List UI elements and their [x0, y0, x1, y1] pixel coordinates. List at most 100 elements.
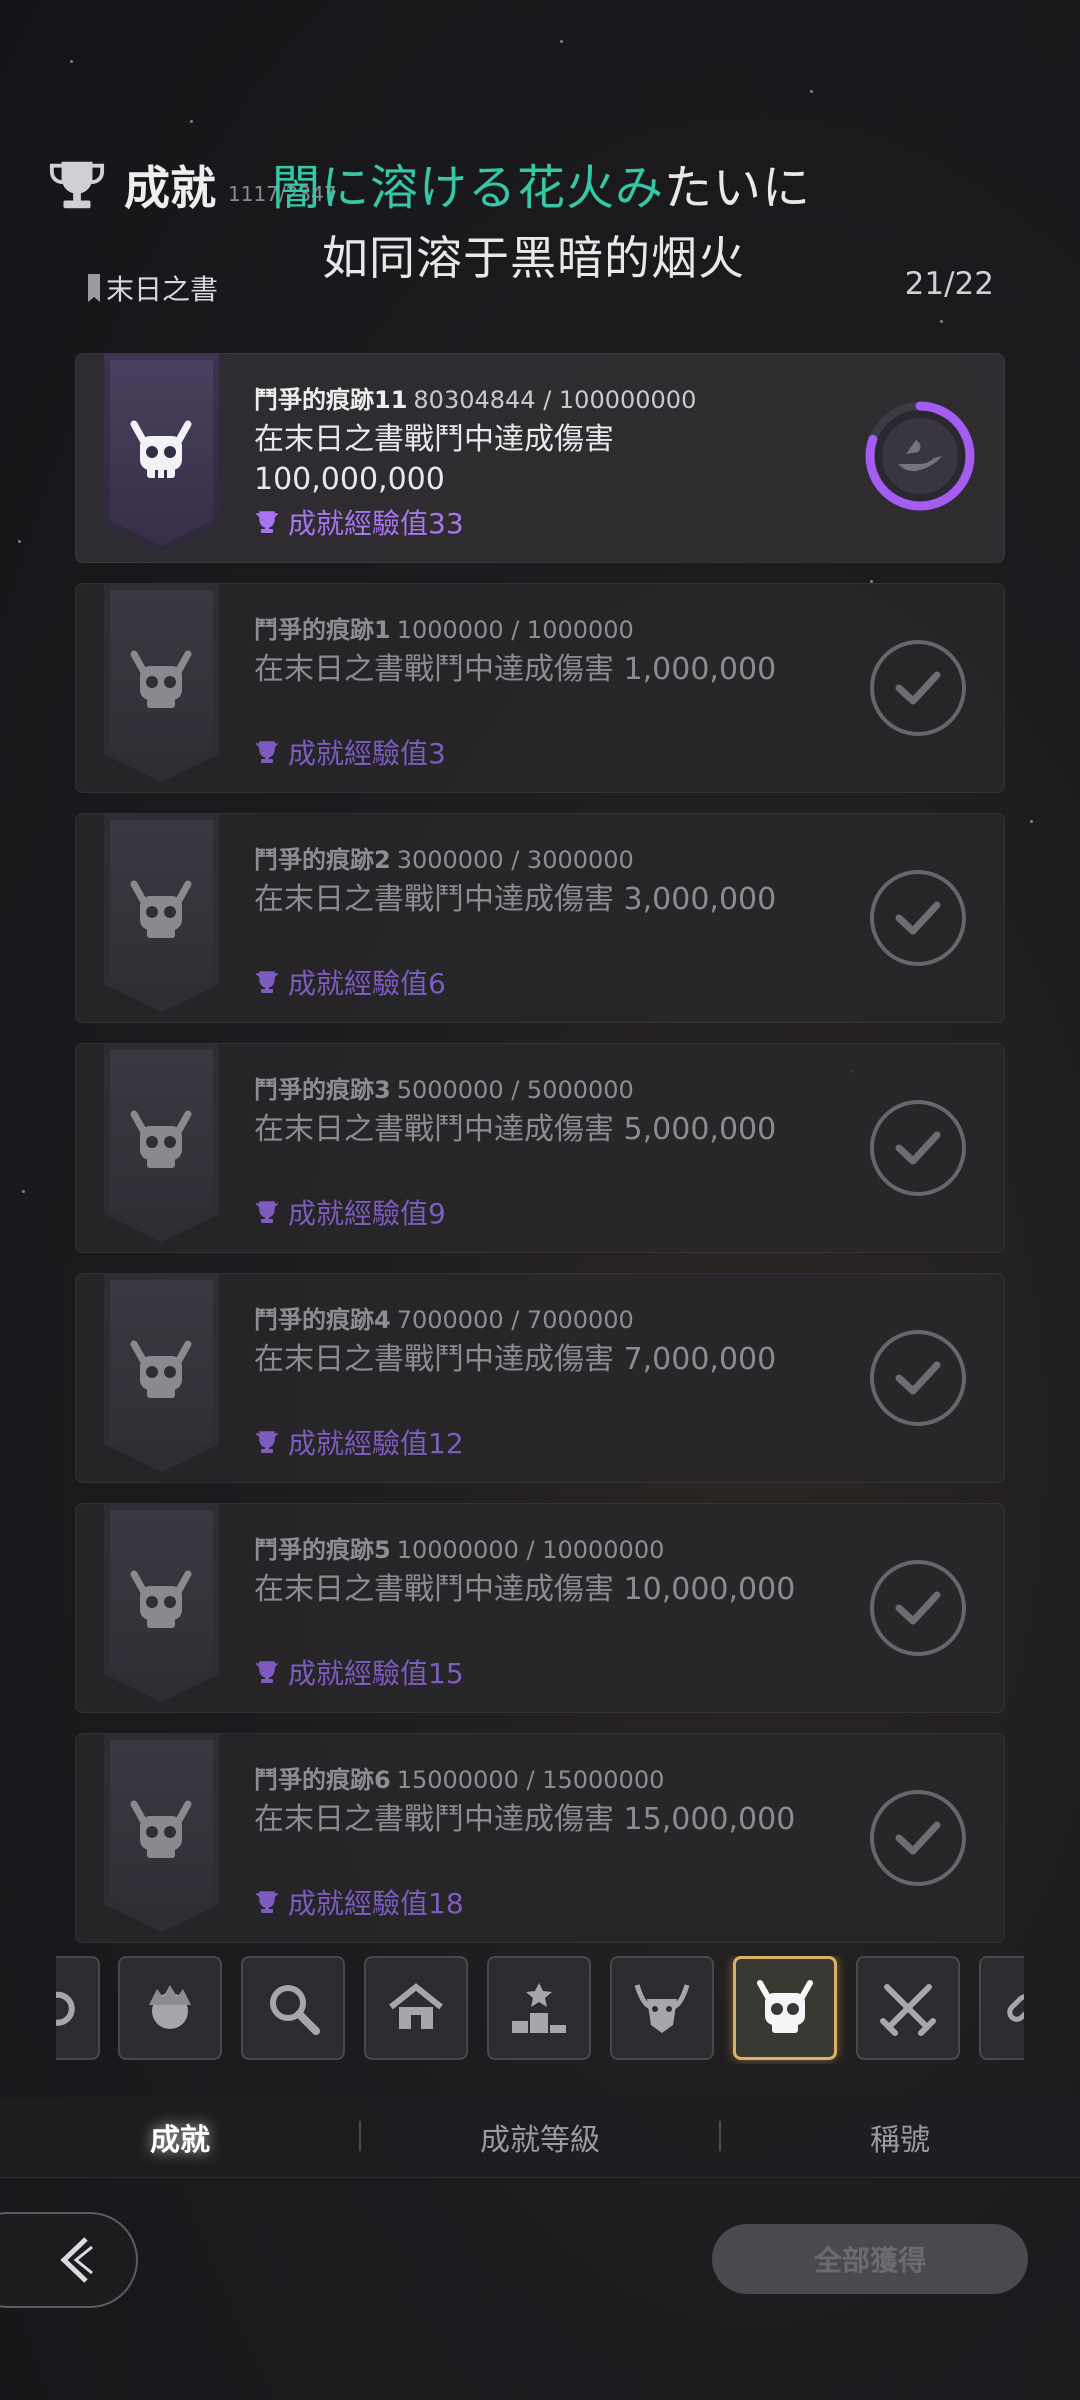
book-label: 末日之書	[106, 273, 219, 306]
category-face[interactable]	[118, 1956, 222, 2060]
completed-check	[870, 1790, 966, 1886]
lyric-highlight: 闇に溶ける花火み	[272, 160, 665, 216]
category-search[interactable]	[241, 1956, 345, 2060]
trophy-small-icon	[256, 1431, 278, 1453]
tab-achievements[interactable]: 成就	[0, 2097, 360, 2177]
achievement-reward: 成就經驗值12	[254, 1422, 464, 1462]
achievement-value: 5000000 / 5000000	[396, 1076, 634, 1104]
completed-check	[870, 640, 966, 736]
achievement-title-line: 鬥爭的痕跡11 80304844 / 100000000	[254, 380, 696, 415]
achievement-desc: 在末日之書戰鬥中達成傷害 3,000,000	[254, 882, 777, 917]
checkmark-icon	[895, 1821, 941, 1855]
tab-achievement-level[interactable]: 成就等級	[360, 2097, 720, 2177]
swirl-icon	[56, 1991, 75, 2026]
achievement-name: 鬥爭的痕跡4	[254, 1306, 391, 1334]
category-doomsday-book[interactable]	[733, 1956, 837, 2060]
horned-skull-icon	[130, 880, 192, 938]
achievement-value: 1000000 / 1000000	[396, 616, 634, 644]
reward-label: 成就經驗值33	[288, 507, 464, 540]
achievement-name: 鬥爭的痕跡5	[254, 1536, 391, 1564]
category-swirl[interactable]	[56, 1956, 100, 2060]
trophy-small-icon	[256, 971, 278, 993]
page-title: 成就	[124, 161, 216, 215]
achievement-title-line: 鬥爭的痕跡5 10000000 / 10000000	[254, 1530, 664, 1565]
podium-icon	[512, 1983, 566, 2033]
achievement-value: 3000000 / 3000000	[396, 846, 634, 874]
checkmark-icon	[895, 1591, 941, 1625]
achievement-value: 10000000 / 10000000	[396, 1536, 665, 1564]
trophy-small-icon	[256, 741, 278, 763]
category-house[interactable]	[364, 1956, 468, 2060]
achievement-desc: 在末日之書戰鬥中達成傷害 15,000,000	[254, 1802, 796, 1837]
trophy-small-icon	[256, 1661, 278, 1683]
chain-icon	[1007, 1994, 1024, 2022]
tab-bar[interactable]: 成就 成就等級 稱號	[0, 2097, 1080, 2178]
category-label: 末日之書	[88, 268, 218, 308]
claim-all-button[interactable]: 全部獲得	[712, 2224, 1028, 2294]
achievement-reward: 成就經驗值18	[254, 1882, 464, 1922]
house-icon	[389, 1983, 443, 2029]
achievement-card[interactable]: 鬥爭的痕跡6 15000000 / 15000000 在末日之書戰鬥中達成傷害 1…	[75, 1733, 1005, 1943]
completed-check	[870, 1330, 966, 1426]
magnifier-icon	[270, 1985, 320, 2035]
demon-icon	[634, 1984, 690, 2033]
achievement-title-line: 鬥爭的痕跡6 15000000 / 15000000	[254, 1760, 664, 1795]
horned-skull-icon	[130, 1570, 192, 1628]
achievement-card[interactable]: 鬥爭的痕跡3 5000000 / 5000000 在末日之書戰鬥中達成傷害 5,0…	[75, 1043, 1005, 1253]
achievement-reward: 成就經驗值33	[254, 502, 464, 542]
horned-skull-icon	[757, 1980, 813, 2033]
achievement-reward: 成就經驗值15	[254, 1652, 464, 1692]
achievement-reward: 成就經驗值3	[254, 732, 446, 772]
category-demon[interactable]	[610, 1956, 714, 2060]
category-battle[interactable]	[856, 1956, 960, 2060]
achievement-desc: 在末日之書戰鬥中達成傷害 1,000,000	[254, 652, 777, 687]
trophy-small-icon	[256, 1201, 278, 1223]
achievement-name: 鬥爭的痕跡3	[254, 1076, 391, 1104]
trophy-small-icon	[256, 1891, 278, 1913]
crossed-swords-icon	[880, 1984, 936, 2036]
checkmark-icon	[895, 901, 941, 935]
bookmark-icon	[88, 274, 100, 302]
face-icon	[149, 1985, 191, 2029]
achievement-value: 15000000 / 15000000	[396, 1766, 665, 1794]
achievement-name: 鬥爭的痕跡2	[254, 846, 391, 874]
completed-check	[870, 1560, 966, 1656]
achievement-card[interactable]: 鬥爭的痕跡4 7000000 / 7000000 在末日之書戰鬥中達成傷害 7,0…	[75, 1273, 1005, 1483]
achievement-value: 80304844 / 100000000	[413, 386, 697, 414]
reward-label: 成就經驗值9	[288, 1197, 446, 1230]
reward-label: 成就經驗值6	[288, 967, 446, 1000]
horned-skull-icon	[130, 1110, 192, 1168]
category-chain[interactable]	[979, 1956, 1024, 2060]
horned-skull-icon	[130, 1800, 192, 1858]
category-bar[interactable]	[56, 1956, 1024, 2064]
achievement-name: 鬥爭的痕跡1	[254, 616, 391, 644]
achievement-card[interactable]: 鬥爭的痕跡1 1000000 / 1000000 在末日之書戰鬥中達成傷害 1,0…	[75, 583, 1005, 793]
achievement-title-line: 鬥爭的痕跡4 7000000 / 7000000	[254, 1300, 634, 1335]
achievement-title-line: 鬥爭的痕跡1 1000000 / 1000000	[254, 610, 634, 645]
trophy-icon	[49, 161, 105, 209]
progress-ring[interactable]	[862, 398, 978, 514]
achievement-card[interactable]: 鬥爭的痕跡5 10000000 / 10000000 在末日之書戰鬥中達成傷害 1…	[75, 1503, 1005, 1713]
achievement-value: 7000000 / 7000000	[396, 1306, 634, 1334]
trophy-small-icon	[256, 511, 278, 533]
reward-label: 成就經驗值15	[288, 1657, 464, 1690]
category-ranking[interactable]	[487, 1956, 591, 2060]
completed-check	[870, 870, 966, 966]
progress-count: 21/22	[904, 266, 994, 302]
achievement-reward: 成就經驗值9	[254, 1192, 446, 1232]
achievement-reward: 成就經驗值6	[254, 962, 446, 1002]
achievement-title-line: 鬥爭的痕跡3 5000000 / 5000000	[254, 1070, 634, 1105]
achievement-title-line: 鬥爭的痕跡2 3000000 / 3000000	[254, 840, 634, 875]
horned-skull-icon	[130, 650, 192, 708]
reward-label: 成就經驗值18	[288, 1887, 464, 1920]
horned-skull-icon	[130, 420, 192, 478]
achievement-list[interactable]: 鬥爭的痕跡11 80304844 / 100000000 在末日之書戰鬥中達成傷害…	[75, 353, 1005, 1963]
checkmark-icon	[895, 1361, 941, 1395]
lyric-overlay-line1: 闇に溶ける花火みたいに	[272, 148, 811, 218]
achievement-name: 鬥爭的痕跡11	[254, 386, 408, 414]
tab-titles[interactable]: 稱號	[720, 2097, 1080, 2177]
lyric-overlay-line2: 如同溶于黑暗的烟火	[322, 231, 745, 285]
back-button[interactable]	[0, 2212, 138, 2308]
achievement-card[interactable]: 鬥爭的痕跡2 3000000 / 3000000 在末日之書戰鬥中達成傷害 3,0…	[75, 813, 1005, 1023]
achievement-card[interactable]: 鬥爭的痕跡11 80304844 / 100000000 在末日之書戰鬥中達成傷害…	[75, 353, 1005, 563]
